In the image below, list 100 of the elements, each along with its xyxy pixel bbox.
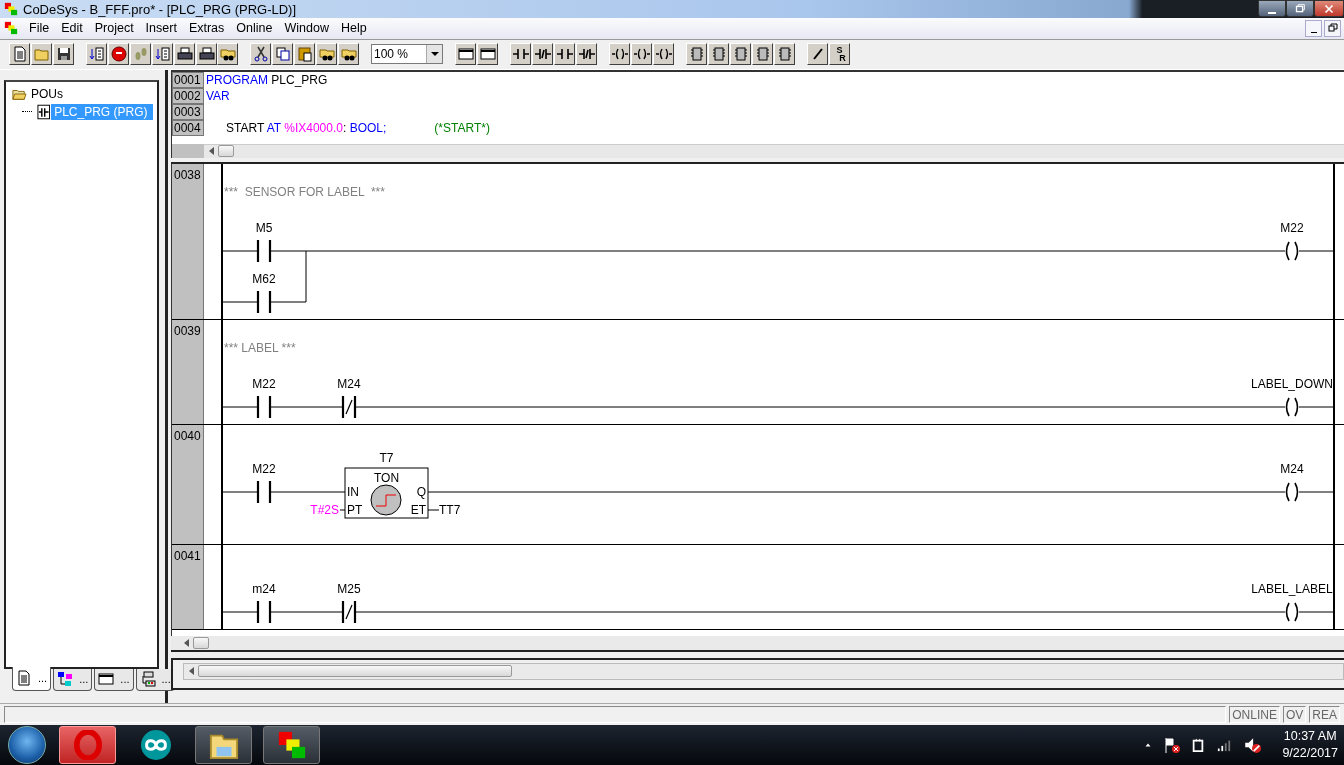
menu-item[interactable]: File bbox=[23, 21, 56, 36]
coil-symbol bbox=[1285, 602, 1299, 622]
close-button[interactable] bbox=[1314, 0, 1344, 17]
coil-label: M24 bbox=[1280, 461, 1304, 476]
coil-label: LABEL_LABEL bbox=[1251, 581, 1333, 596]
menu-item[interactable]: Extras bbox=[182, 21, 231, 36]
block-pin: IN bbox=[347, 484, 359, 499]
restore-icon bbox=[1327, 23, 1338, 34]
binoculars-button[interactable] bbox=[338, 43, 359, 66]
taskbar-app-button[interactable] bbox=[59, 726, 116, 765]
chip-button[interactable] bbox=[730, 43, 751, 66]
coil-button[interactable] bbox=[653, 43, 674, 66]
set-reset-button[interactable]: S R bbox=[829, 43, 850, 66]
flag-icon bbox=[1164, 736, 1181, 755]
chip-button[interactable] bbox=[708, 43, 729, 66]
taskbar-app-button[interactable] bbox=[263, 726, 320, 765]
list-button[interactable] bbox=[86, 43, 107, 66]
block-type: TON bbox=[373, 470, 400, 485]
rung-wire bbox=[1298, 406, 1335, 408]
binoculars-icon bbox=[219, 46, 236, 63]
object-tab[interactable]: ... bbox=[94, 668, 134, 691]
pin-wire bbox=[427, 509, 440, 511]
menu-item[interactable]: Insert bbox=[139, 21, 183, 36]
clipboard-button[interactable] bbox=[294, 43, 315, 66]
rung-wire bbox=[1298, 250, 1335, 252]
contact-label: M25 bbox=[337, 581, 361, 596]
chip-button[interactable] bbox=[752, 43, 773, 66]
menu-item[interactable]: Edit bbox=[55, 21, 89, 36]
block-pin: ET bbox=[410, 502, 426, 517]
negated-contact-button[interactable] bbox=[576, 43, 597, 66]
object-tab[interactable]: ... bbox=[12, 666, 52, 691]
start-button[interactable] bbox=[8, 726, 46, 765]
menu-item[interactable]: Help bbox=[334, 21, 373, 36]
network-number: 0040 bbox=[172, 424, 204, 544]
contact-label: M5 bbox=[255, 220, 273, 235]
object-tab[interactable]: ... bbox=[53, 668, 93, 691]
coil-label: LABEL_DOWN bbox=[1251, 376, 1333, 391]
chip-button[interactable] bbox=[686, 43, 707, 66]
tree-item[interactable]: POUs bbox=[28, 85, 66, 102]
line-number: 0001 bbox=[172, 71, 204, 88]
stop-sign-button[interactable] bbox=[108, 43, 129, 66]
copy-button[interactable] bbox=[272, 43, 293, 66]
rung-wire bbox=[1298, 611, 1335, 613]
scrollbar-thumb[interactable] bbox=[198, 665, 512, 678]
minimize-button[interactable] bbox=[1258, 0, 1286, 17]
folder-icon bbox=[33, 46, 50, 63]
contact-label: M22 bbox=[252, 461, 276, 476]
chip-icon bbox=[688, 46, 705, 63]
caret-down-icon[interactable] bbox=[430, 51, 439, 57]
footprints-button[interactable] bbox=[130, 43, 151, 66]
pin-wire bbox=[339, 509, 346, 511]
scrollbar-thumb[interactable] bbox=[218, 145, 234, 158]
coil-button[interactable] bbox=[609, 43, 630, 66]
list-icon bbox=[154, 46, 171, 63]
folder-button[interactable] bbox=[31, 43, 52, 66]
scrollbar-thumb[interactable] bbox=[193, 636, 209, 649]
negated-contact-button[interactable] bbox=[532, 43, 553, 66]
infinity-logo-icon bbox=[140, 730, 171, 761]
window-button[interactable] bbox=[455, 43, 476, 66]
window-button[interactable] bbox=[477, 43, 498, 66]
document-button[interactable] bbox=[9, 43, 30, 66]
code-line: VAR bbox=[205, 88, 230, 103]
floppy-disk-button[interactable] bbox=[53, 43, 74, 66]
battery-icon bbox=[1191, 736, 1206, 755]
codesys-logo-icon bbox=[3, 21, 19, 36]
diagram-icon bbox=[57, 671, 74, 688]
menu-item[interactable]: Project bbox=[88, 21, 140, 36]
menu-item[interactable]: Online bbox=[230, 21, 279, 36]
binoculars-icon bbox=[340, 46, 357, 63]
taskbar-app-button[interactable] bbox=[195, 726, 252, 765]
code-line: START AT %IX4000.0: BOOL; (*START*) bbox=[225, 120, 490, 135]
line-number-gutter bbox=[172, 144, 204, 159]
printer-button[interactable] bbox=[174, 43, 195, 66]
printer-button[interactable] bbox=[196, 43, 217, 66]
coil-button[interactable] bbox=[631, 43, 652, 66]
contact-button[interactable] bbox=[554, 43, 575, 66]
block-pin: Q bbox=[416, 484, 426, 499]
contact-button[interactable] bbox=[510, 43, 531, 66]
block-pin: PT bbox=[347, 502, 363, 517]
chip-icon bbox=[754, 46, 771, 63]
coil-symbol bbox=[1285, 482, 1299, 502]
binoculars-button[interactable] bbox=[217, 43, 238, 66]
scissors-button[interactable] bbox=[250, 43, 271, 66]
restore-button[interactable] bbox=[1286, 0, 1314, 17]
minimize-icon bbox=[1310, 31, 1317, 33]
status-indicator: ONLINE bbox=[1229, 706, 1280, 724]
list-button[interactable] bbox=[152, 43, 173, 66]
zoom-combo[interactable]: 100 % bbox=[371, 44, 443, 65]
printer-icon bbox=[198, 46, 215, 63]
codesys-logo-icon bbox=[3, 2, 19, 16]
menu-item[interactable]: Window bbox=[278, 21, 335, 36]
line-button[interactable] bbox=[807, 43, 828, 66]
chip-icon bbox=[776, 46, 793, 63]
chip-button[interactable] bbox=[774, 43, 795, 66]
rung-wire bbox=[221, 491, 259, 493]
document-icon bbox=[16, 670, 32, 687]
restore-button[interactable] bbox=[1324, 19, 1341, 37]
binoculars-button[interactable] bbox=[316, 43, 337, 66]
document-icon bbox=[11, 46, 28, 63]
horizontal-scrollbar[interactable] bbox=[183, 662, 1344, 680]
